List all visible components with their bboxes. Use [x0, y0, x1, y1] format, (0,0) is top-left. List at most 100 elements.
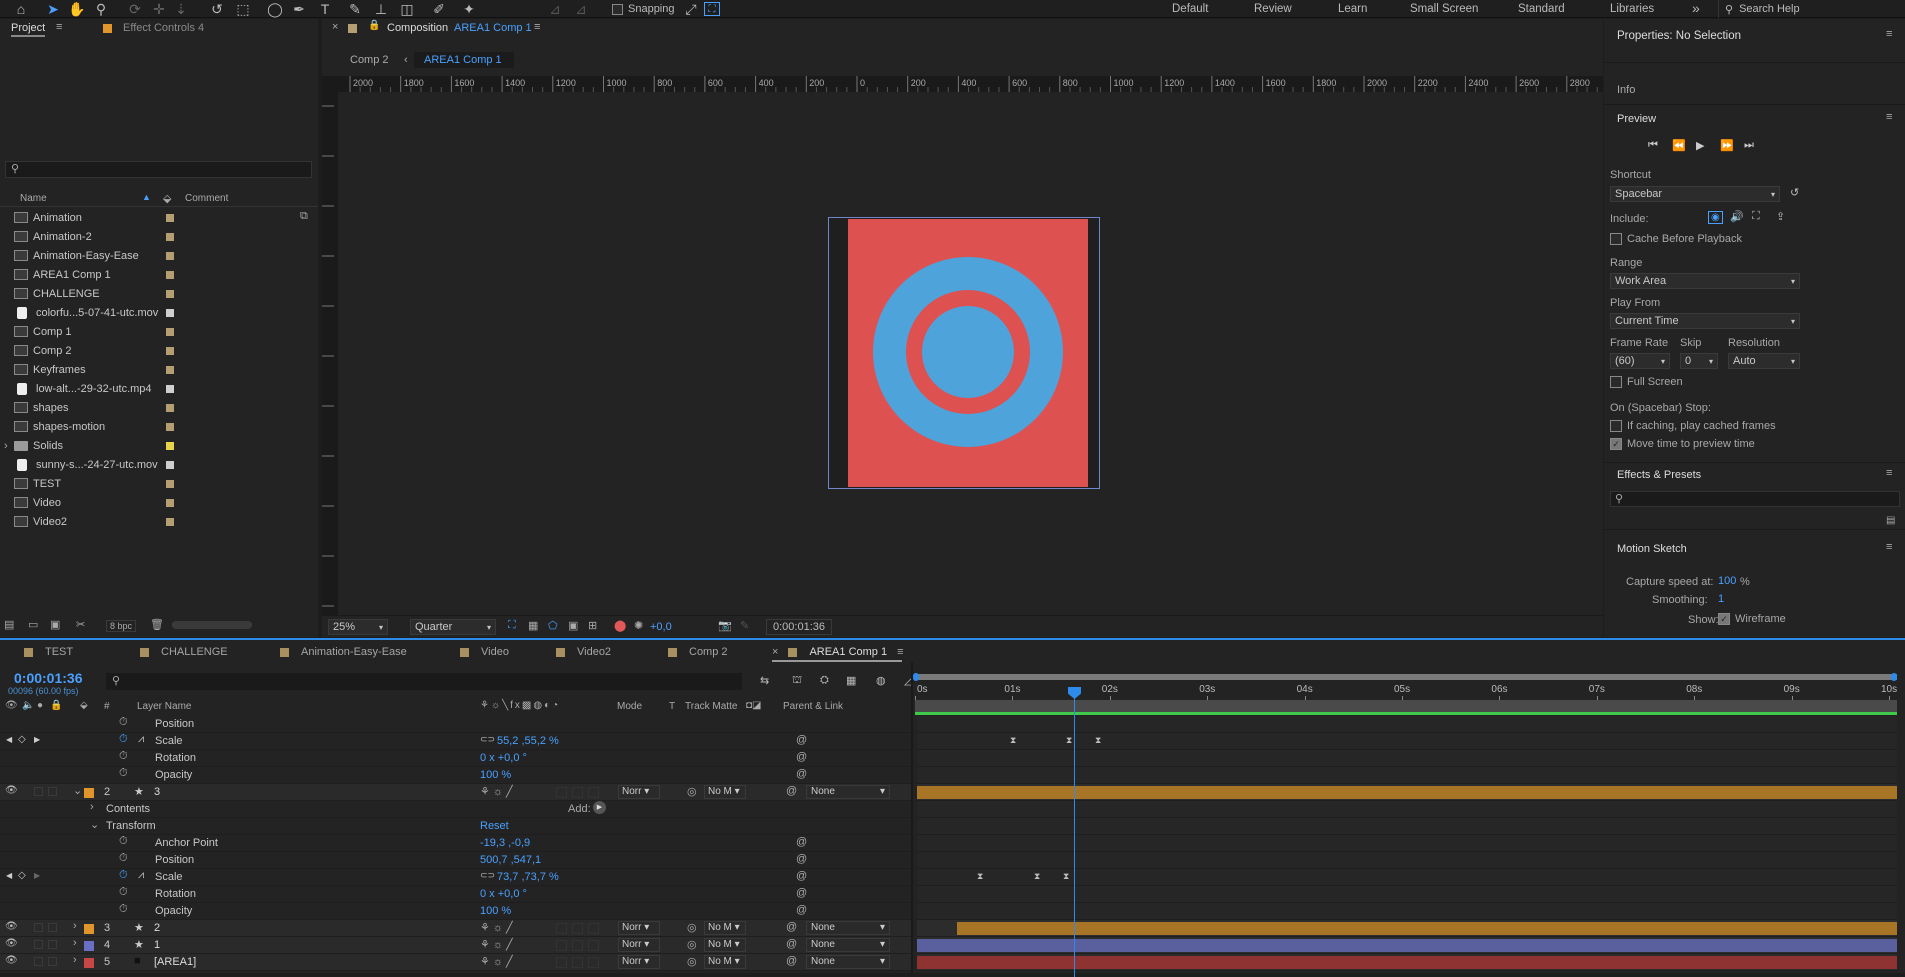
property-value[interactable]: 500,7 ,547,1 — [480, 854, 541, 866]
expression-pick-whip-icon[interactable]: @ — [796, 870, 807, 882]
track-row[interactable] — [917, 784, 1897, 801]
adjust-icon[interactable]: ✂ — [76, 618, 85, 631]
track-matte-dropdown[interactable]: No M ▾ — [704, 938, 746, 952]
preserve-transparency-icon[interactable]: ◎ — [687, 955, 697, 968]
graph-icon[interactable]: ⩘ — [138, 733, 144, 746]
puppet-tool-icon[interactable]: ✦ — [456, 0, 482, 19]
timeline-search-field[interactable]: ⚲ — [106, 673, 742, 690]
label-icon[interactable]: ⬙ — [80, 700, 88, 711]
pen-tool-icon[interactable]: ✒ — [286, 0, 312, 19]
motion-sketch-menu-icon[interactable]: ≡ — [1886, 541, 1892, 553]
work-area-bar[interactable] — [915, 674, 1897, 680]
chevron-icon[interactable]: › — [73, 920, 77, 932]
track-row[interactable] — [917, 835, 1897, 852]
stopwatch-icon[interactable]: ⏱ — [119, 750, 128, 763]
info-title[interactable]: Info — [1617, 84, 1635, 96]
property-value[interactable]: 0 x +0,0 ° — [480, 888, 527, 900]
timeline-tab[interactable]: CHALLENGE — [140, 642, 228, 662]
constrain-proportions-icon[interactable]: ⊂⊃ — [480, 870, 495, 881]
project-item[interactable]: › Solids — [4, 436, 304, 455]
last-frame-icon[interactable]: ⏭ — [1744, 139, 1768, 152]
timeline-tab[interactable]: Comp 2 — [668, 642, 728, 662]
layer-duration-bar[interactable] — [917, 939, 1897, 952]
eye-icon[interactable]: 👁 — [5, 785, 18, 796]
project-item[interactable]: Comp 1 — [14, 322, 304, 341]
new-folder-icon[interactable]: ▭ — [28, 618, 38, 631]
range-dropdown[interactable]: Work Area ▾ — [1610, 273, 1800, 289]
mode-dropdown[interactable]: Norr ▾ — [618, 921, 660, 935]
timeline-timecode[interactable]: 0:00:01:36 — [14, 670, 83, 686]
tab-project[interactable]: Project — [11, 22, 46, 37]
skip-dropdown[interactable]: 0 ▾ — [1680, 353, 1718, 369]
switch-box[interactable] — [556, 923, 567, 934]
project-search-field[interactable]: ⚲ — [5, 161, 312, 178]
preserve-transparency-icon[interactable]: ◎ — [687, 938, 697, 951]
layer-lock-box[interactable] — [34, 957, 43, 966]
track-row[interactable] — [917, 937, 1897, 954]
play-from-dropdown[interactable]: Current Time ▾ — [1610, 313, 1800, 329]
prev-keyframe-icon[interactable]: ◀ — [6, 735, 12, 744]
property-row[interactable]: ⏱ Rotation 0 x +0,0 ° @ — [0, 750, 912, 767]
label-color-swatch[interactable] — [166, 289, 174, 298]
expression-pick-whip-icon[interactable]: @ — [796, 887, 807, 899]
track-row[interactable] — [917, 852, 1897, 869]
search-help[interactable]: ⚲ Search Help — [1718, 0, 1904, 18]
layer-switches[interactable]: ⚘☼╱ — [480, 921, 516, 934]
graph-icon[interactable]: ⩘ — [138, 869, 144, 882]
snapshot-icon[interactable]: 📷 — [718, 619, 732, 632]
layer-label-swatch[interactable] — [84, 958, 94, 968]
switch-box[interactable] — [556, 957, 567, 968]
frame-rate-dropdown[interactable]: (60) ▾ — [1610, 353, 1670, 369]
solo-icon[interactable]: ● — [37, 700, 43, 711]
project-item[interactable]: Keyframes — [14, 360, 304, 379]
timeline-tab[interactable]: Video — [460, 642, 509, 662]
thumbnail-slider[interactable] — [172, 621, 252, 629]
label-color-swatch[interactable] — [166, 403, 174, 412]
reset-shortcut-icon[interactable]: ↺ — [1790, 186, 1799, 199]
prev-keyframe-icon[interactable]: ◀ — [6, 871, 12, 880]
bpc-label[interactable]: 8 bpc — [106, 620, 137, 632]
eye-icon[interactable]: 👁 — [5, 921, 18, 932]
move-time-checkbox[interactable]: ✓ — [1610, 438, 1622, 450]
property-row[interactable]: ⏱ Position — [0, 716, 912, 733]
chevron-icon[interactable]: › — [73, 954, 77, 966]
property-row[interactable]: ⏱ Opacity 100 % @ — [0, 767, 912, 784]
snap-grid-icon[interactable]: ⛶ — [704, 2, 720, 16]
eraser-tool-icon[interactable]: ◫ — [394, 0, 420, 19]
show-snapshot-icon[interactable]: ✎ — [740, 619, 749, 632]
project-item[interactable]: CHALLENGE — [14, 284, 304, 303]
motion-blur-icon[interactable]: ◍ — [876, 674, 886, 687]
property-value[interactable]: 100 % — [480, 769, 511, 781]
switch-box[interactable] — [556, 940, 567, 951]
property-row[interactable]: › Contents Add: ▶ — [0, 801, 912, 818]
capture-value[interactable]: 100 — [1718, 575, 1736, 587]
comp-timecode[interactable]: 0:00:01:36 — [766, 619, 832, 635]
track-row[interactable]: ⧗ ⧗ ⧗ — [917, 733, 1897, 750]
expression-pick-whip-icon[interactable]: @ — [796, 904, 807, 916]
property-value[interactable]: 0 x +0,0 ° — [480, 752, 527, 764]
chevron-icon[interactable]: ⌄ — [73, 784, 82, 797]
switch-box[interactable] — [556, 787, 567, 798]
dolly-tool-icon[interactable]: ⇣ — [168, 0, 194, 19]
lock-icon[interactable]: 🔒 — [50, 700, 62, 711]
property-row[interactable]: ⏱ Opacity 100 % @ — [0, 903, 912, 920]
col-comment[interactable]: Comment — [185, 193, 228, 204]
workspace-standard[interactable]: Standard — [1518, 3, 1565, 15]
preview-menu-icon[interactable]: ≡ — [1886, 111, 1892, 123]
brush-tool-icon[interactable]: ✎ — [342, 0, 368, 19]
property-row[interactable]: ⏱ Rotation 0 x +0,0 ° @ — [0, 886, 912, 903]
snapping-checkbox[interactable] — [612, 3, 623, 15]
label-color-swatch[interactable] — [166, 479, 174, 488]
layer-row[interactable]: 👁 ⌄ 2 ★ 3 ⚘☼╱ Norr ▾ ◎ No M ▾ @ None ▾ — [0, 784, 912, 801]
playhead-line[interactable] — [1074, 696, 1075, 977]
first-frame-icon[interactable]: ⏮ — [1648, 139, 1672, 152]
switch-box[interactable] — [588, 940, 599, 951]
properties-menu-icon[interactable]: ≡ — [1886, 28, 1892, 40]
switch-box[interactable] — [572, 923, 583, 934]
workspace-review[interactable]: Review — [1254, 3, 1292, 15]
layer-name[interactable]: 2 — [154, 922, 160, 934]
new-comp-icon[interactable]: ▣ — [50, 618, 60, 631]
layer-solo-box[interactable] — [48, 940, 57, 949]
grid-guides-icon[interactable]: ⊞ — [588, 619, 597, 632]
label-color-swatch[interactable] — [166, 327, 174, 336]
